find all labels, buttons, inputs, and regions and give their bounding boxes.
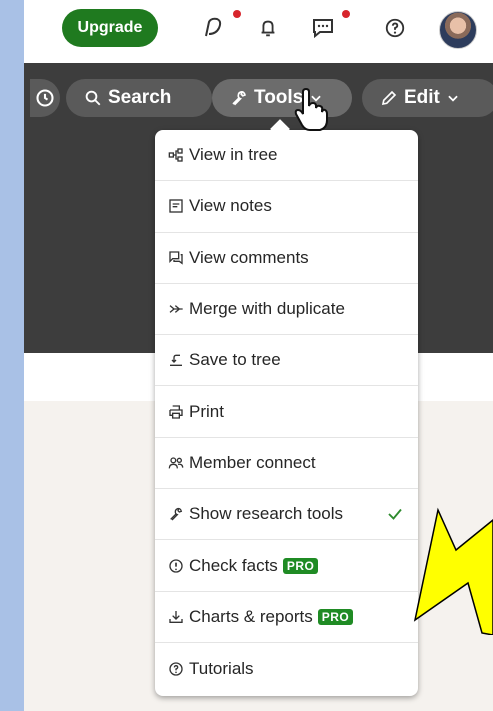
menu-item-view-in-tree[interactable]: View in tree — [155, 130, 418, 182]
notes-icon — [167, 197, 185, 215]
history-button[interactable] — [30, 79, 60, 117]
help-icon[interactable] — [382, 15, 408, 41]
alert-icon — [167, 557, 185, 575]
menu-item-label: Show research tools — [189, 504, 344, 524]
menu-item-view-comments[interactable]: View comments — [155, 233, 418, 284]
menu-item-label: Check facts — [189, 555, 278, 575]
menu-item-label: Print — [189, 401, 224, 421]
menu-item-check-facts[interactable]: Check facts PRO — [155, 540, 418, 592]
pro-badge: PRO — [317, 608, 354, 625]
checkmark-icon — [388, 509, 402, 521]
left-edge-panel — [0, 0, 24, 711]
edit-label: Edit — [404, 87, 440, 108]
search-icon — [85, 90, 101, 106]
merge-icon — [167, 300, 185, 318]
chevron-down-icon — [448, 95, 458, 102]
save-icon — [167, 351, 185, 369]
menu-item-save-to-tree[interactable]: Save to tree — [155, 335, 418, 387]
bell-icon[interactable] — [255, 15, 281, 41]
print-icon — [167, 403, 185, 421]
help-icon — [167, 660, 185, 678]
menu-item-label: View comments — [189, 247, 309, 267]
search-button[interactable]: Search — [66, 79, 212, 117]
menu-item-label: View notes — [189, 196, 272, 216]
top-navigation: Upgrade — [24, 0, 493, 63]
menu-item-label: Tutorials — [189, 658, 254, 678]
menu-item-label: Member connect — [189, 452, 316, 472]
edit-button[interactable]: Edit — [362, 79, 493, 117]
tools-button[interactable]: Tools — [212, 79, 352, 117]
menu-item-label: View in tree — [189, 145, 278, 165]
comments-icon — [167, 249, 185, 267]
pencil-icon — [381, 90, 397, 106]
menu-item-tutorials[interactable]: Tutorials — [155, 643, 418, 694]
messages-icon[interactable] — [310, 15, 336, 41]
user-avatar[interactable] — [439, 11, 477, 49]
pro-badge: PRO — [282, 557, 319, 574]
download-icon — [167, 608, 185, 626]
messages-notification-dot — [342, 10, 350, 18]
menu-item-view-notes[interactable]: View notes — [155, 181, 418, 233]
search-label: Search — [108, 87, 172, 108]
tools-dropdown-menu: View in tree View notes View comments Me… — [155, 119, 418, 696]
annotation-arrow-icon — [413, 507, 493, 635]
tree-icon — [167, 146, 185, 164]
menu-item-label: Charts & reports — [189, 606, 313, 626]
activity-icon[interactable] — [200, 15, 226, 41]
menu-item-label: Save to tree — [189, 350, 281, 370]
menu-item-charts-reports[interactable]: Charts & reports PRO — [155, 592, 418, 643]
menu-item-print[interactable]: Print — [155, 386, 418, 438]
wrench-icon — [167, 505, 185, 523]
menu-item-member-connect[interactable]: Member connect — [155, 438, 418, 490]
menu-item-label: Merge with duplicate — [189, 299, 345, 319]
clock-icon — [36, 89, 54, 107]
upgrade-button[interactable]: Upgrade — [62, 9, 158, 47]
menu-item-show-research-tools[interactable]: Show research tools — [155, 489, 418, 541]
hand-cursor-icon — [294, 88, 328, 131]
members-icon — [167, 454, 185, 472]
menu-item-merge-with-duplicate[interactable]: Merge with duplicate — [155, 284, 418, 336]
activity-notification-dot — [233, 10, 241, 18]
wrench-icon — [232, 91, 246, 106]
